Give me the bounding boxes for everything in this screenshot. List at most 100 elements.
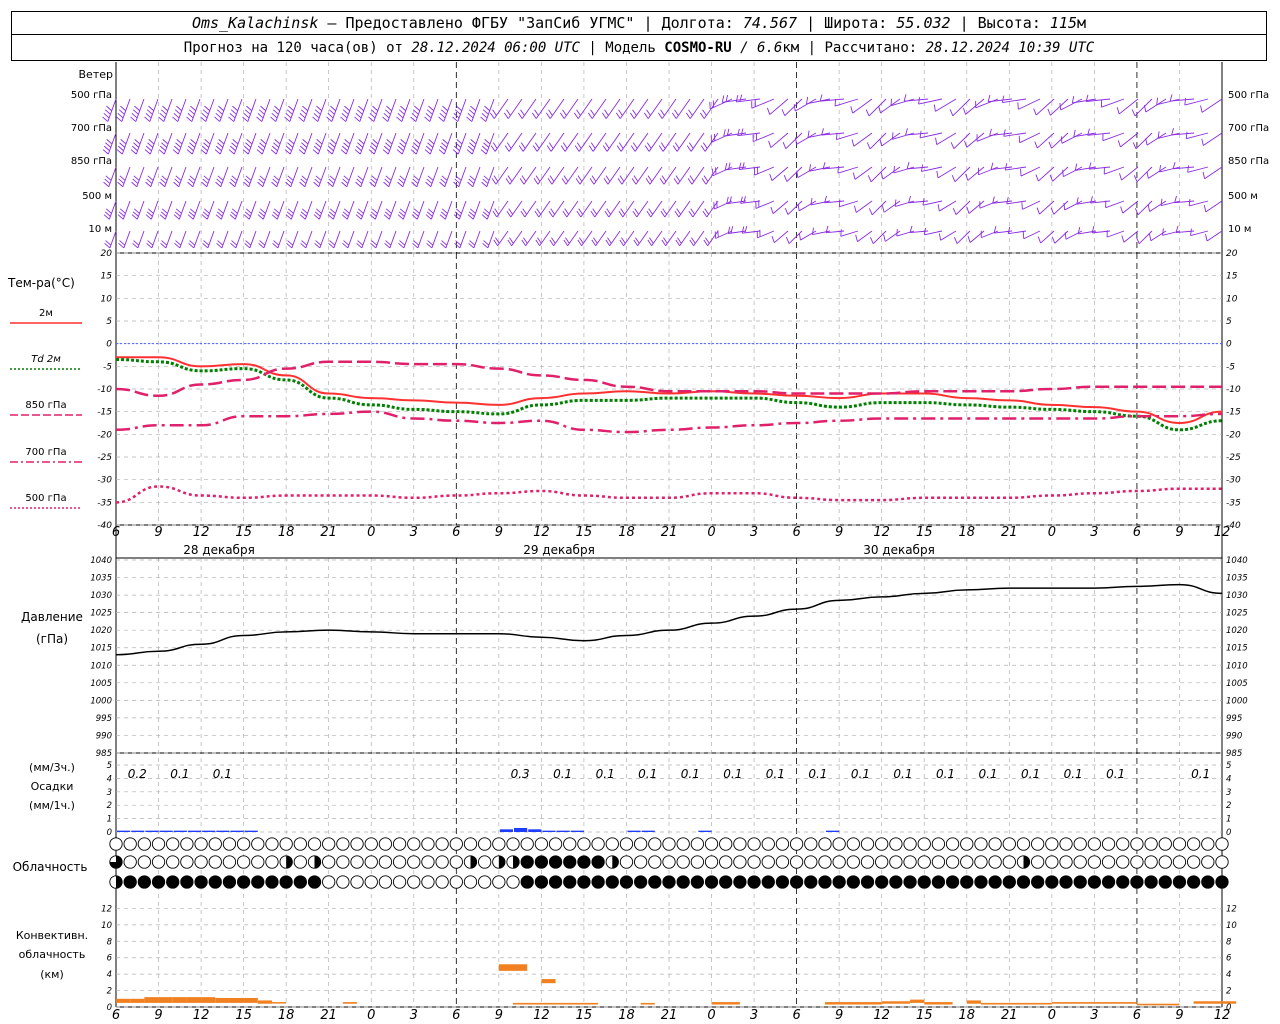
wind-barb-feather xyxy=(414,139,421,145)
wind-barb-feather xyxy=(243,112,250,119)
wind-barb-feather xyxy=(659,178,665,185)
precip-bar xyxy=(187,830,202,832)
wind-level-500m-right: 500 м xyxy=(1228,191,1258,202)
y-tick-label: 995 xyxy=(96,714,112,724)
wind-barb-feather xyxy=(201,181,208,188)
conv-bar xyxy=(130,998,145,1003)
precip-bar xyxy=(641,830,655,832)
wind-barb-shaft xyxy=(871,200,887,216)
wind-barb-feather xyxy=(231,142,238,148)
wind-barb-feather xyxy=(1048,141,1052,149)
wind-barb-shaft xyxy=(510,200,523,218)
precip-total-label: 0.1 xyxy=(936,767,955,781)
wind-barb-feather xyxy=(676,208,681,215)
wind-barb-feather xyxy=(243,214,250,220)
wind-barb-feather xyxy=(175,175,182,181)
wind-barb-feather xyxy=(852,172,856,180)
wind-barb-feather xyxy=(119,208,126,214)
wind-barb-feather xyxy=(685,112,691,119)
x-tick-label: 0 xyxy=(1048,525,1056,540)
wind-barb-feather xyxy=(702,109,707,116)
x-tick-label: 9 xyxy=(495,525,503,540)
precip-total-label: 0.1 xyxy=(170,767,189,781)
wind-barb-shaft xyxy=(690,132,705,152)
y-tick-label-right: 10 xyxy=(1226,921,1237,931)
wind-barb-feather xyxy=(358,105,365,112)
wind-barb-feather xyxy=(148,139,155,145)
wind-barb-feather xyxy=(548,142,554,149)
conv-bar xyxy=(1136,1003,1180,1006)
wind-title: Ветер xyxy=(79,68,113,81)
wind-barb-feather xyxy=(855,234,858,242)
wind-barb-feather xyxy=(456,139,463,145)
wind-barb-shaft xyxy=(248,200,257,220)
wind-barb-feather xyxy=(469,142,476,148)
wind-barb-shaft xyxy=(806,98,831,105)
wind-barb-feather xyxy=(455,208,462,214)
x-tick-label: 0 xyxy=(707,1008,715,1023)
y-tick-label-right: 1020 xyxy=(1226,626,1248,636)
wind-barb-feather xyxy=(427,175,434,181)
wind-barb-feather xyxy=(469,175,476,181)
wind-barb-feather xyxy=(356,109,363,115)
wind-barb-shaft xyxy=(795,98,817,112)
wind-barb-shaft xyxy=(388,166,397,187)
wind-barb-feather xyxy=(646,210,652,218)
wind-barb-feather xyxy=(217,208,224,214)
cloud-circle xyxy=(350,875,364,889)
wind-barb-shaft xyxy=(417,230,425,249)
cloud-fill xyxy=(521,855,534,869)
y-tick-label-right: 990 xyxy=(1226,731,1242,741)
wind-barb-shaft xyxy=(402,200,411,220)
wind-barb-shaft xyxy=(346,166,355,187)
wind-barb-feather xyxy=(330,139,337,145)
wind-barb-shaft xyxy=(890,98,915,107)
wind-barb-feather xyxy=(411,145,418,152)
cloud-circle xyxy=(761,837,775,851)
cloud-circle xyxy=(222,855,237,869)
wind-barb-shaft xyxy=(1123,230,1139,243)
wind-barb-shaft xyxy=(1060,98,1083,111)
wind-barb-shaft xyxy=(346,200,355,220)
cloud-fill xyxy=(1045,875,1059,889)
wind-barb-feather xyxy=(214,149,221,155)
wind-barb-feather xyxy=(425,112,432,119)
wind-barb-feather xyxy=(131,214,138,220)
wind-barb-shaft xyxy=(565,166,579,185)
cloud-circle xyxy=(194,855,208,869)
wind-barb-feather xyxy=(425,181,432,188)
cloud-fill xyxy=(279,875,293,889)
wind-barb-feather xyxy=(1132,142,1137,150)
cloud-circle xyxy=(407,837,421,851)
cloud-circle xyxy=(1073,855,1087,869)
wind-barb-feather xyxy=(176,139,183,145)
wind-barb-feather xyxy=(287,142,294,148)
wind-barb-shaft xyxy=(178,166,187,187)
y-tick-label-right: 3 xyxy=(1226,788,1231,798)
wind-barb-shaft xyxy=(458,166,467,187)
cloud-circle xyxy=(648,837,662,851)
wind-barb-shaft xyxy=(787,200,803,215)
x-tick-label: 18 xyxy=(958,1008,975,1023)
cloud-circle xyxy=(563,837,577,851)
x-tick-label: 0 xyxy=(367,525,375,540)
wind-barb-feather xyxy=(591,175,597,182)
wind-barb-feather xyxy=(484,139,491,145)
wind-barb-feather xyxy=(508,208,513,215)
wind-barb-feather xyxy=(951,175,956,182)
wind-barb-feather xyxy=(1073,129,1076,137)
wind-barb-feather xyxy=(329,142,336,148)
cloud-circle xyxy=(421,875,435,889)
precip-total-label: 0.1 xyxy=(851,767,870,781)
conv-bar xyxy=(116,998,131,1003)
wind-barb-feather xyxy=(662,208,667,215)
y-tick-label-right: 6 xyxy=(1226,954,1232,964)
cloud-circle xyxy=(151,837,166,851)
cloud-fill xyxy=(1074,875,1087,889)
wind-barb-feather xyxy=(620,208,625,215)
conv-bar xyxy=(1051,1002,1137,1004)
cloud-fill xyxy=(577,875,591,889)
wind-barb-shaft xyxy=(1053,200,1069,215)
wind-barb-feather xyxy=(398,211,405,217)
wind-level-500hpa: 500 гПа xyxy=(71,90,112,101)
